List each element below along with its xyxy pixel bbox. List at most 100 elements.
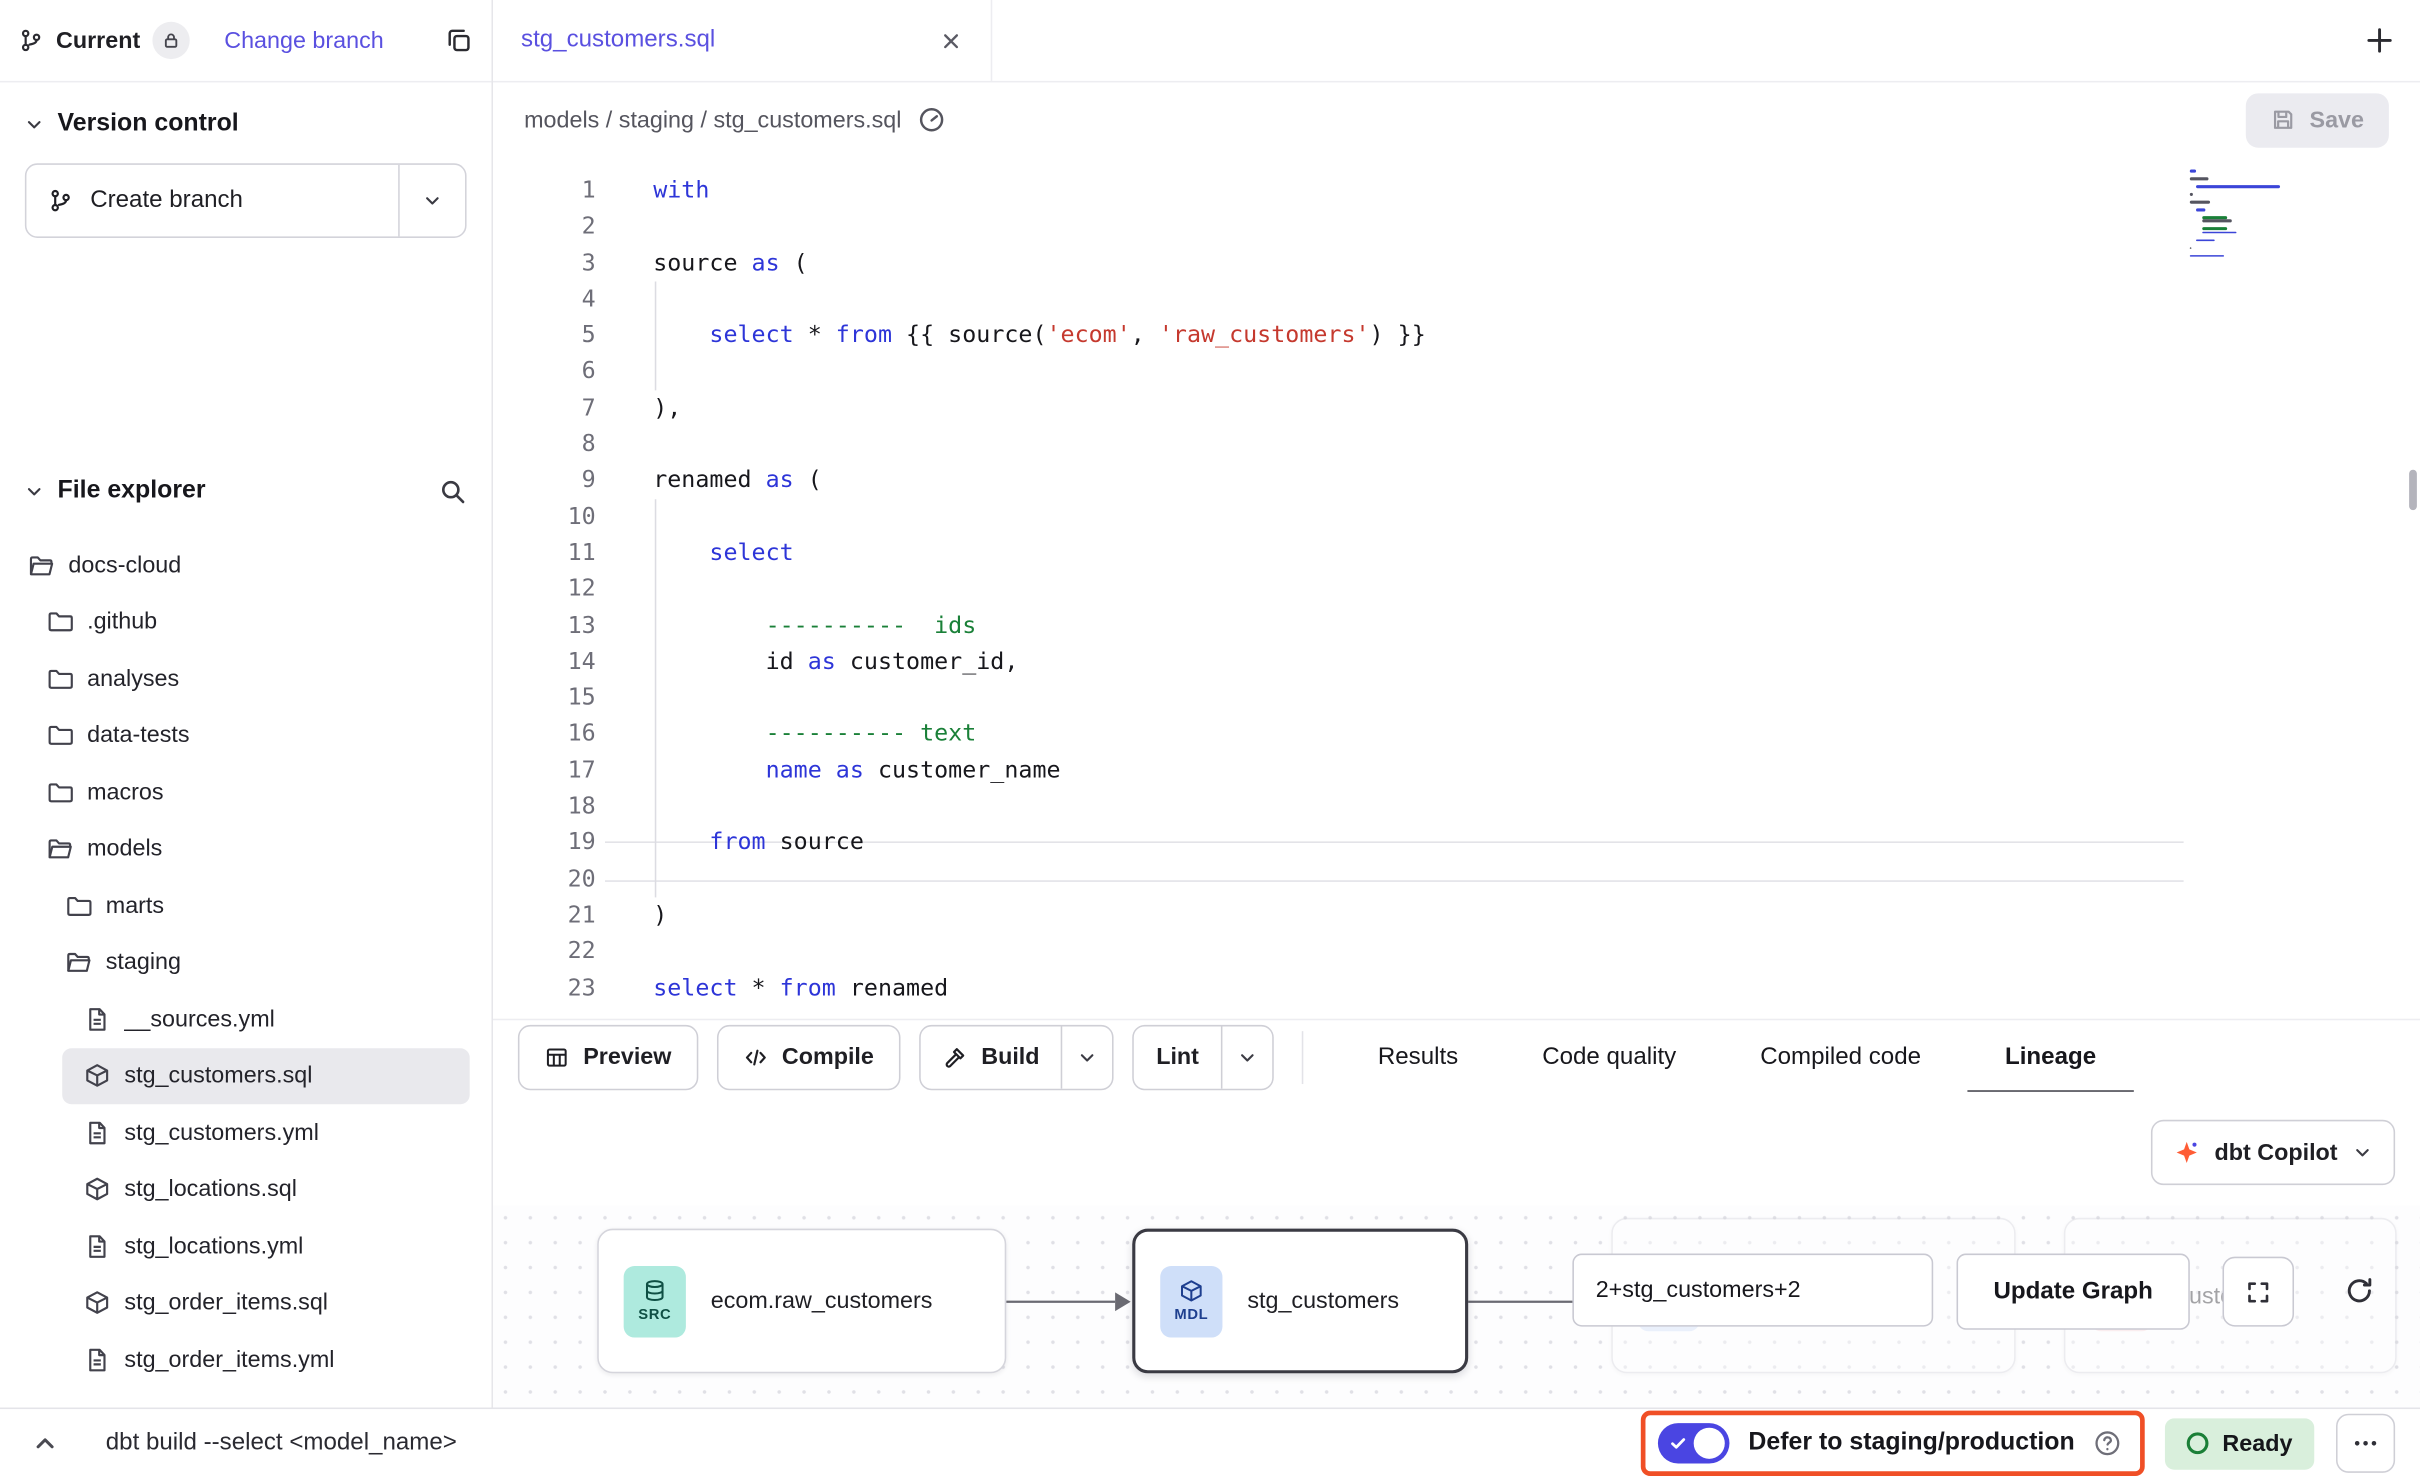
- dbt-copilot-button[interactable]: dbt Copilot: [2151, 1120, 2395, 1185]
- ready-status-badge[interactable]: Ready: [2165, 1418, 2314, 1469]
- copy-icon[interactable]: [445, 26, 473, 54]
- tab-stg-customers-sql[interactable]: stg_customers.sql: [493, 0, 992, 81]
- code-line[interactable]: from source: [653, 825, 1426, 861]
- file-tree-item-analyses[interactable]: analyses: [0, 650, 491, 707]
- code-line[interactable]: with: [653, 173, 1426, 209]
- lineage-selector-input[interactable]: [1572, 1254, 1933, 1327]
- file-tree-item-macros[interactable]: macros: [0, 764, 491, 821]
- code-line[interactable]: [653, 209, 1426, 245]
- file-tree-item--github[interactable]: .github: [0, 593, 491, 650]
- lineage-node-stg-customers[interactable]: MDL stg_customers: [1132, 1229, 1468, 1374]
- panel-tab-results[interactable]: Results: [1372, 1020, 1465, 1093]
- update-graph-button[interactable]: Update Graph: [1957, 1254, 2190, 1330]
- line-number: 12: [493, 571, 596, 607]
- code-line[interactable]: [653, 571, 1426, 607]
- minimap-line: [2196, 239, 2214, 242]
- minimap-line: [2203, 220, 2232, 223]
- code-line[interactable]: ),: [653, 390, 1426, 426]
- search-icon[interactable]: [439, 477, 467, 505]
- line-number: 13: [493, 607, 596, 643]
- editor-toolbar: Preview Compile Build: [493, 1019, 2420, 1094]
- code-line[interactable]: select * from renamed: [653, 970, 1426, 1006]
- defer-toggle[interactable]: [1658, 1423, 1730, 1463]
- main-area: stg_customers.sql models / staging / stg…: [493, 0, 2420, 1408]
- panel-tab-lineage[interactable]: Lineage: [1999, 1020, 2103, 1093]
- more-options-button[interactable]: [2336, 1414, 2395, 1473]
- code-line[interactable]: [653, 789, 1426, 825]
- file-tree-item-stg-customers-yml[interactable]: stg_customers.yml: [0, 1104, 491, 1161]
- change-branch-link[interactable]: Change branch: [224, 27, 384, 53]
- file-explorer-header[interactable]: File explorer: [0, 449, 491, 521]
- file-tree-item-marts[interactable]: marts: [0, 877, 491, 934]
- breadcrumb: models / staging / stg_customers.sql: [524, 107, 901, 133]
- code-line[interactable]: [653, 499, 1426, 535]
- code-line[interactable]: [653, 426, 1426, 462]
- folder-icon: [65, 892, 91, 918]
- lint-button[interactable]: Lint: [1134, 1026, 1220, 1088]
- model-health-gauge-icon[interactable]: [917, 106, 945, 134]
- toggle-knob: [1694, 1428, 1725, 1459]
- version-control-header[interactable]: Version control: [0, 82, 491, 154]
- create-branch-dropdown[interactable]: [398, 165, 465, 237]
- table-icon: [544, 1044, 569, 1069]
- lineage-node-ecom-raw-customers[interactable]: SRC ecom.raw_customers: [597, 1229, 1006, 1374]
- code-line[interactable]: name as customer_name: [653, 752, 1426, 788]
- lint-dropdown[interactable]: [1221, 1026, 1272, 1088]
- create-branch-button[interactable]: Create branch: [25, 163, 467, 238]
- file-tree-item--sources-yml[interactable]: __sources.yml: [0, 991, 491, 1048]
- code-line[interactable]: [653, 354, 1426, 390]
- compile-button[interactable]: Compile: [717, 1024, 901, 1089]
- file-tree-item-data-tests[interactable]: data-tests: [0, 707, 491, 764]
- file-tree-item-stg-order-items-yml[interactable]: stg_order_items.yml: [0, 1331, 491, 1388]
- code-line[interactable]: [653, 680, 1426, 716]
- code-line[interactable]: ---------- ids: [653, 607, 1426, 643]
- refresh-button[interactable]: [2325, 1257, 2393, 1324]
- breadcrumb-bar: models / staging / stg_customers.sql Sav…: [493, 82, 2420, 157]
- command-input[interactable]: dbt build --select <model_name>: [106, 1429, 457, 1457]
- database-icon: [642, 1278, 667, 1303]
- code-line[interactable]: source as (: [653, 245, 1426, 281]
- code-line[interactable]: ): [653, 897, 1426, 933]
- chevron-down-icon: [1238, 1047, 1257, 1066]
- file-tree-item-docs-cloud[interactable]: docs-cloud: [0, 537, 491, 594]
- panel-tab-code-quality[interactable]: Code quality: [1536, 1020, 1682, 1093]
- chevron-up-icon[interactable]: [31, 1429, 59, 1457]
- line-number: 14: [493, 644, 596, 680]
- code-line[interactable]: ---------- text: [653, 716, 1426, 752]
- code-content[interactable]: with source as ( select * from {{ source…: [653, 173, 1426, 1006]
- build-button[interactable]: Build: [921, 1026, 1062, 1088]
- preview-button[interactable]: Preview: [518, 1024, 698, 1089]
- fullscreen-button[interactable]: [2222, 1257, 2294, 1327]
- lint-label: Lint: [1156, 1044, 1199, 1070]
- minimap[interactable]: [2190, 170, 2321, 259]
- lineage-canvas[interactable]: MDL customers SEM customers: [493, 1205, 2420, 1407]
- panel-tab-compiled-code[interactable]: Compiled code: [1754, 1020, 1927, 1093]
- code-line[interactable]: renamed as (: [653, 462, 1426, 498]
- code-line[interactable]: [653, 934, 1426, 970]
- build-dropdown[interactable]: [1061, 1026, 1112, 1088]
- file-tree-item-stg-locations-yml[interactable]: stg_locations.yml: [0, 1218, 491, 1275]
- code-line[interactable]: [653, 281, 1426, 317]
- code-line[interactable]: select * from {{ source('ecom', 'raw_cus…: [653, 318, 1426, 354]
- vertical-scrollbar[interactable]: [2409, 470, 2417, 510]
- file-tree-item-models[interactable]: models: [0, 820, 491, 877]
- copilot-sparkle-icon: [2174, 1140, 2199, 1165]
- file-tree-item-stg-customers-sql[interactable]: stg_customers.sql: [62, 1047, 469, 1104]
- new-tab-plus-icon[interactable]: [2364, 25, 2395, 56]
- save-button[interactable]: Save: [2246, 93, 2389, 147]
- close-icon[interactable]: [939, 29, 962, 52]
- file-explorer-title: File explorer: [58, 477, 206, 505]
- file-tree-item-staging[interactable]: staging: [0, 934, 491, 991]
- line-number: 3: [493, 245, 596, 281]
- file-tree-item-label: stg_order_items.yml: [124, 1346, 334, 1372]
- file-tree-item-stg-order-items-sql[interactable]: stg_order_items.sql: [0, 1275, 491, 1332]
- code-editor[interactable]: 1234567891011121314151617181920212223 wi…: [493, 156, 2420, 1019]
- code-line[interactable]: id as customer_id,: [653, 644, 1426, 680]
- code-line[interactable]: select: [653, 535, 1426, 571]
- help-icon[interactable]: [2093, 1429, 2121, 1457]
- create-branch-main[interactable]: Create branch: [26, 165, 398, 237]
- file-tree-item-label: stg_order_items.sql: [124, 1290, 328, 1316]
- minimap-line: [2196, 208, 2206, 211]
- file-tree-item-stg-locations-sql[interactable]: stg_locations.sql: [0, 1161, 491, 1218]
- code-line[interactable]: [653, 861, 1426, 897]
